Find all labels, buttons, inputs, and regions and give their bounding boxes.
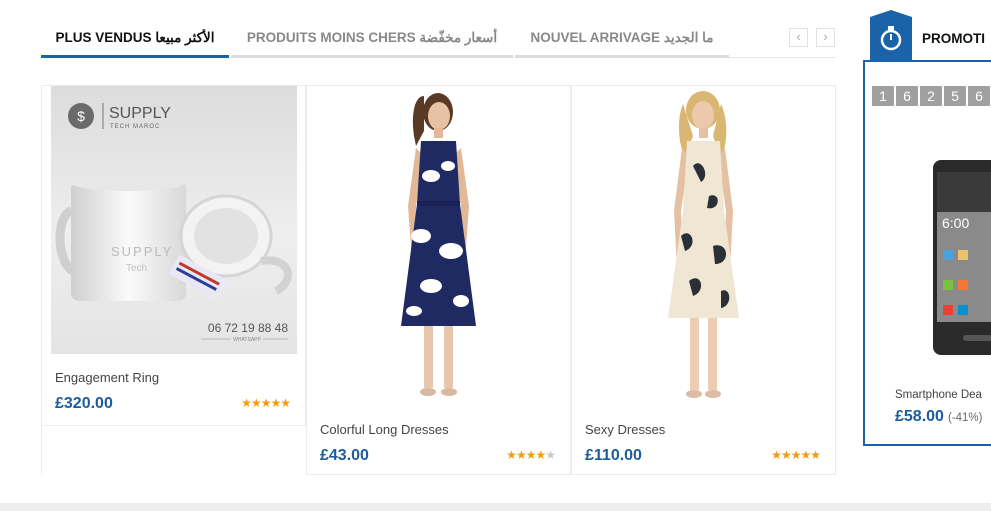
deal-price: £58.00 (-41%) <box>895 408 983 425</box>
promo-badge <box>870 10 912 60</box>
chevron-left-icon: ‹ <box>796 29 801 44</box>
product-name[interactable]: Engagement Ring <box>55 370 159 385</box>
star-icon: ★ <box>810 448 821 462</box>
star-icon: ★ <box>800 448 811 462</box>
product-card[interactable]: $ SUPPLY TECH MAROC SUPPLY Tech 06 72 19… <box>41 85 306 426</box>
smartphone-image[interactable]: 6:00 <box>918 150 991 360</box>
product-tabs: PLUS VENDUS الأكثر مبيعا PRODUITS MOINS … <box>41 18 836 58</box>
star-icon: ★ <box>780 448 792 462</box>
product-card[interactable]: Colorful Long Dresses £43.00 ★★★★★ <box>306 85 571 475</box>
star-empty-icon: ★ <box>545 448 556 462</box>
svg-text:TECH MAROC: TECH MAROC <box>110 124 160 130</box>
rating-stars: ★★★★★ <box>241 396 291 410</box>
product-price: £110.00 <box>585 447 642 464</box>
star-icon: ★ <box>515 448 527 462</box>
svg-text:$: $ <box>77 108 85 124</box>
tab-best-sellers[interactable]: PLUS VENDUS الأكثر مبيعا <box>41 18 229 58</box>
product-price: £320.00 <box>55 395 113 412</box>
rating-stars: ★★★★★ <box>771 448 821 462</box>
footer-divider <box>0 503 991 511</box>
carousel-prev-button[interactable]: ‹ <box>789 28 808 47</box>
rating-stars: ★★★★★ <box>506 448 556 462</box>
discount-badge: (-41%) <box>947 412 983 424</box>
svg-text:Tech: Tech <box>126 263 147 274</box>
pager-item[interactable]: 6 <box>896 86 918 106</box>
card-spacer <box>41 426 306 475</box>
star-icon: ★ <box>280 396 291 410</box>
star-icon: ★ <box>250 396 262 410</box>
phone-number-text: 06 72 19 88 48 <box>208 321 288 335</box>
carousel-next-button[interactable]: › <box>816 28 835 47</box>
star-icon: ★ <box>260 396 272 410</box>
product-name[interactable]: Colorful Long Dresses <box>320 422 449 437</box>
pager-item[interactable]: 1 <box>872 86 894 106</box>
chevron-right-icon: › <box>823 29 828 44</box>
promo-pager: 1 6 2 5 6 <box>872 86 990 106</box>
product-image-mug[interactable]: $ SUPPLY TECH MAROC SUPPLY Tech 06 72 19… <box>51 86 297 354</box>
svg-text:6:00: 6:00 <box>942 215 969 231</box>
star-icon: ★ <box>241 396 252 410</box>
pager-item[interactable]: 2 <box>920 86 942 106</box>
tab-new-arrivals[interactable]: NOUVEL ARRIVAGE ما الجديد <box>515 18 729 58</box>
svg-text:SUPPLY: SUPPLY <box>111 244 173 259</box>
product-image-dress-cream[interactable] <box>581 86 827 406</box>
stopwatch-icon <box>880 26 902 51</box>
deal-product-name[interactable]: Smartphone Dea <box>895 389 982 401</box>
product-image-dress-navy[interactable] <box>316 86 562 406</box>
pager-item[interactable]: 5 <box>944 86 966 106</box>
product-card[interactable]: Sexy Dresses £110.00 ★★★★★ <box>571 85 836 475</box>
brand-logo-text: SUPPLY <box>109 105 171 122</box>
star-icon: ★ <box>771 448 782 462</box>
product-name[interactable]: Sexy Dresses <box>585 422 665 437</box>
star-icon: ★ <box>525 448 537 462</box>
promotion-title: PROMOTI <box>922 31 985 46</box>
star-icon: ★ <box>535 448 546 462</box>
product-price: £43.00 <box>320 447 369 464</box>
star-icon: ★ <box>790 448 802 462</box>
pager-item[interactable]: 6 <box>968 86 990 106</box>
svg-text:WHATSAPP: WHATSAPP <box>233 337 261 343</box>
star-icon: ★ <box>270 396 281 410</box>
tab-cheapest-products[interactable]: PRODUITS MOINS CHERS أسعار مخفّضة <box>231 18 513 58</box>
star-icon: ★ <box>506 448 517 462</box>
